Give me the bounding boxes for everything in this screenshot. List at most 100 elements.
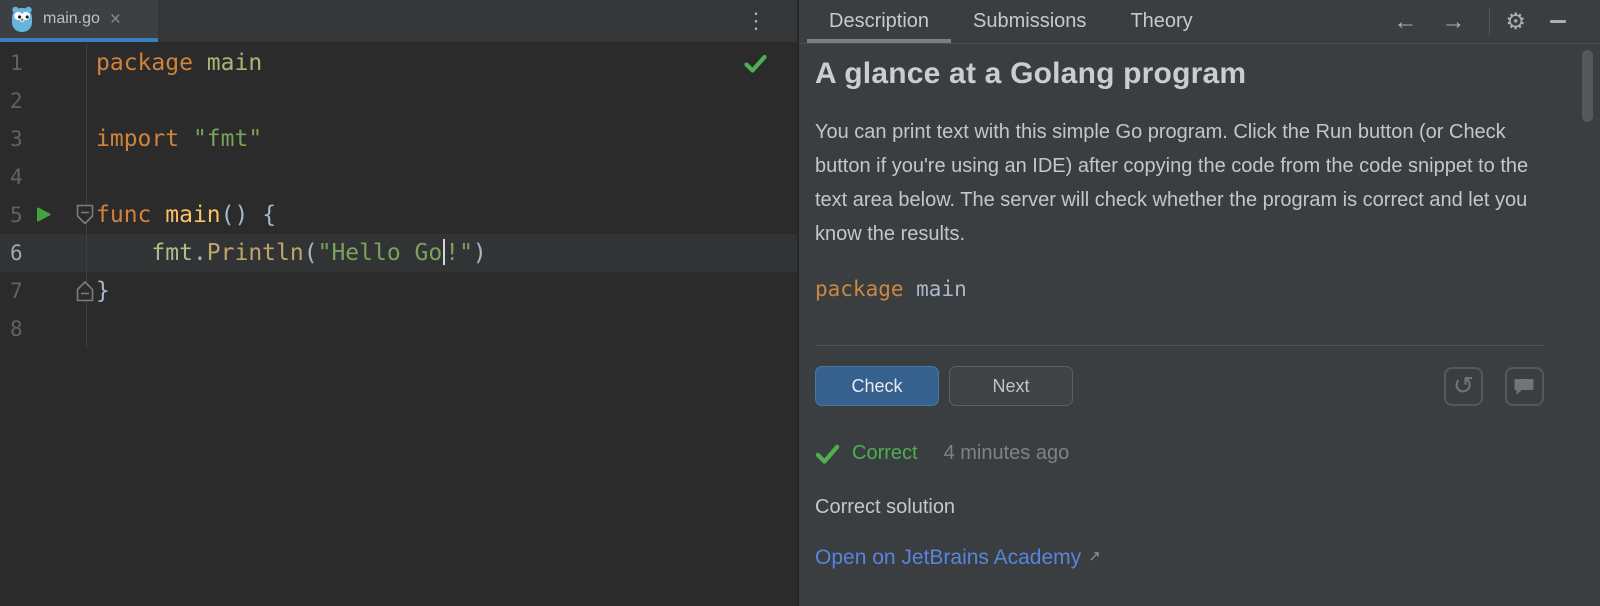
code-snippet: package main <box>815 277 1544 301</box>
header-divider <box>1489 8 1490 35</box>
editor-gutter[interactable]: 4 <box>0 158 87 196</box>
editor-gutter[interactable]: 2 <box>0 82 87 120</box>
code-token: ) <box>473 240 487 266</box>
task-actions-row: Check Next ↺ <box>815 366 1544 406</box>
editor-lines: 1package main23import "fmt"45func main()… <box>0 44 797 348</box>
code-line[interactable]: package main <box>87 44 262 82</box>
editor-gutter[interactable]: 8 <box>0 310 87 348</box>
editor-line[interactable]: 2 <box>0 82 797 120</box>
correct-check-icon <box>815 444 840 464</box>
kebab-menu-icon[interactable]: ⋮ <box>745 10 767 32</box>
task-header-icons: ← → ⚙ <box>1393 0 1600 43</box>
external-link-icon: ↗ <box>1088 548 1101 565</box>
inspection-ok-icon[interactable] <box>744 54 767 78</box>
line-number: 5 <box>10 196 23 234</box>
code-token: { <box>248 202 276 228</box>
code-line[interactable]: func main() { <box>87 196 276 234</box>
panel-scrollbar-thumb[interactable] <box>1582 50 1593 122</box>
ide-window: main.go × ⋮ 1 package main 23 import "fmt" 4… <box>0 0 1600 606</box>
reset-undo-button[interactable]: ↺ <box>1444 367 1483 406</box>
editor-gutter[interactable]: 5 <box>0 196 87 234</box>
run-main-icon[interactable] <box>35 206 52 228</box>
tab-theory[interactable]: Theory <box>1108 0 1214 43</box>
close-tab-icon[interactable]: × <box>110 10 121 29</box>
code-line[interactable]: fmt.Println("Hello Go!") <box>87 234 487 272</box>
code-token <box>151 202 165 228</box>
code-line[interactable] <box>87 310 96 348</box>
link-text: Open on JetBrains Academy <box>815 546 1081 569</box>
line-number: 3 <box>10 120 23 158</box>
code-token: "Hello Go <box>318 240 443 266</box>
code-line[interactable] <box>87 158 96 196</box>
minimize-icon[interactable] <box>1550 20 1566 23</box>
editor-line[interactable]: 4 <box>0 158 797 196</box>
tab-description[interactable]: Description <box>807 0 951 43</box>
code-token: package <box>96 50 193 76</box>
tab-title: main.go <box>43 10 100 28</box>
correct-solution-label: Correct solution <box>815 496 1544 519</box>
editor-gutter[interactable]: 1 <box>0 44 87 82</box>
line-number: 7 <box>10 272 23 310</box>
comment-bubble-icon <box>1514 377 1535 396</box>
task-title: A glance at a Golang program <box>815 57 1544 91</box>
tab-submissions[interactable]: Submissions <box>951 0 1108 43</box>
code-token: main <box>207 50 262 76</box>
editor-line[interactable]: 5 func main() { <box>0 196 797 234</box>
result-label: Correct <box>852 442 918 465</box>
code-token: func <box>96 202 151 228</box>
back-arrow-icon[interactable]: ← <box>1393 10 1417 34</box>
task-panel-header: DescriptionSubmissionsTheory ← → ⚙ <box>799 0 1600 44</box>
code-token <box>179 126 193 152</box>
code-editor[interactable]: 1package main23import "fmt"45func main()… <box>0 42 797 606</box>
code-token: Println <box>207 240 304 266</box>
snippet-keyword: package <box>815 277 904 301</box>
code-line[interactable] <box>87 82 96 120</box>
editor-pane: main.go × ⋮ 1 package main 23 import "fmt" 4… <box>0 0 799 606</box>
editor-line[interactable]: 7} <box>0 272 797 310</box>
line-number: 2 <box>10 82 23 120</box>
editor-tab-bar: main.go × ⋮ <box>0 0 797 42</box>
gear-icon[interactable]: ⚙ <box>1505 10 1526 33</box>
next-button[interactable]: Next <box>949 366 1073 406</box>
code-token <box>96 240 151 266</box>
editor-line[interactable]: 1 package main <box>0 44 797 82</box>
editor-gutter[interactable]: 7 <box>0 272 87 310</box>
code-token: "fmt" <box>193 126 262 152</box>
line-number: 4 <box>10 158 23 196</box>
open-on-jetbrains-academy-link[interactable]: Open on JetBrains Academy ↗ <box>815 546 1101 570</box>
forward-arrow-icon[interactable]: → <box>1441 10 1465 34</box>
line-number: 1 <box>10 44 23 82</box>
code-line[interactable]: import "fmt" <box>87 120 262 158</box>
go-gopher-icon <box>10 5 34 33</box>
undo-icon: ↺ <box>1453 374 1474 399</box>
code-token: import <box>96 126 179 152</box>
check-button[interactable]: Check <box>815 366 939 406</box>
code-token <box>193 50 207 76</box>
code-token: } <box>96 278 110 304</box>
editor-line[interactable]: 8 <box>0 310 797 348</box>
editor-line[interactable]: 6 fmt.Println("Hello Go!") <box>0 234 797 272</box>
code-token: !" <box>445 240 473 266</box>
check-result-row: Correct 4 minutes ago <box>815 442 1544 465</box>
task-description-text: You can print text with this simple Go p… <box>815 115 1544 251</box>
code-token: . <box>193 240 207 266</box>
result-timestamp: 4 minutes ago <box>944 442 1070 465</box>
code-token: ( <box>304 240 318 266</box>
task-panel: DescriptionSubmissionsTheory ← → ⚙ A gla… <box>799 0 1600 606</box>
line-number: 6 <box>10 234 23 272</box>
leave-comment-button[interactable] <box>1505 367 1544 406</box>
fold-end-icon[interactable] <box>75 280 95 307</box>
tab-main-go[interactable]: main.go × <box>0 0 158 42</box>
editor-line[interactable]: 3 import "fmt" <box>0 120 797 158</box>
code-token: main <box>165 202 220 228</box>
editor-gutter[interactable]: 3 <box>0 120 87 158</box>
fold-start-icon[interactable] <box>75 204 95 231</box>
snippet-identifier: main <box>904 277 967 301</box>
task-description-body: A glance at a Golang program You can pri… <box>799 44 1600 570</box>
section-divider <box>815 345 1544 346</box>
code-token: () <box>221 202 249 228</box>
line-number: 8 <box>10 310 23 348</box>
editor-gutter[interactable]: 6 <box>0 234 87 272</box>
code-token: fmt <box>151 240 193 266</box>
task-tabs: DescriptionSubmissionsTheory <box>807 0 1215 43</box>
